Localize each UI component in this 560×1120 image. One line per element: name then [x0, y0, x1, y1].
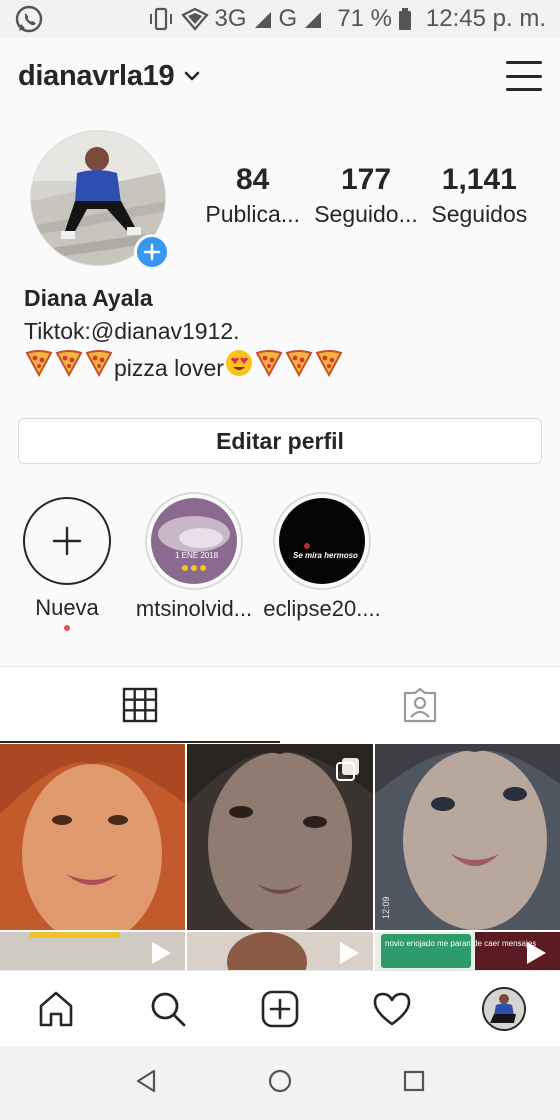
pizza-emoji-icon [284, 349, 314, 386]
add-story-button[interactable] [134, 234, 170, 270]
video-play-icon [149, 940, 173, 970]
network-3g-label: 3G [214, 5, 247, 32]
stat-label: Seguidos [431, 201, 528, 227]
signal-icon [253, 8, 273, 30]
post-text-overlay: novio enojado me paran de caer mensajes [385, 939, 536, 948]
new-highlight-ring [23, 497, 111, 585]
profile-stats: 84 Publica... 177 Seguido... 1,141 Segui… [196, 162, 536, 230]
pizza-emoji-icon [24, 349, 54, 386]
plus-icon [52, 526, 82, 556]
whatsapp-icon [14, 4, 44, 34]
video-play-icon [524, 940, 548, 970]
highlight-label: mtsinolvid... [135, 596, 253, 621]
display-name: Diana Ayala [24, 285, 153, 311]
pizza-emoji-icon [314, 349, 344, 386]
stat-number: 84 [235, 163, 270, 196]
grid-post[interactable] [187, 932, 373, 970]
highlight-label: eclipse20.... [263, 596, 381, 621]
bio-pizza-line: pizza lover [24, 348, 544, 387]
grid-post[interactable] [187, 744, 373, 930]
stat-label: Seguido... [314, 201, 418, 227]
grid-post[interactable] [0, 744, 185, 930]
grid-post[interactable] [0, 932, 185, 970]
following-stat[interactable]: 1,141 Seguidos [423, 162, 536, 230]
home-circle-icon[interactable] [267, 1068, 293, 1099]
username-title[interactable]: dianavrla19 [18, 60, 175, 93]
chevron-down-icon[interactable] [184, 70, 200, 82]
heart-eyes-emoji-icon [224, 348, 254, 387]
posts-grid: 12:09 novio enojado me paran de caer men… [0, 744, 560, 970]
status-bar: 3G G 71 % 12:45 p. m. [0, 0, 560, 38]
timestamp-text: 12:09 [381, 896, 391, 919]
bottom-navigation [0, 970, 560, 1046]
grid-post[interactable]: 12:09 [375, 744, 560, 930]
bio-text: pizza lover [114, 354, 224, 381]
highlight-eclipse[interactable]: Se mira hermoso eclipse20.... [257, 492, 387, 622]
profile-avatar[interactable] [30, 130, 170, 270]
followers-stat[interactable]: 177 Seguido... [309, 162, 422, 230]
recents-icon[interactable] [402, 1069, 426, 1098]
heart-icon[interactable] [362, 979, 422, 1039]
stat-number: 177 [340, 163, 392, 196]
profile-section: 84 Publica... 177 Seguido... 1,141 Segui… [0, 114, 560, 666]
pizza-emoji-icon [254, 349, 284, 386]
notification-dot [64, 625, 70, 631]
highlight-ring: 1 ENE 2018 [145, 492, 243, 590]
highlight-cover: Se mira hermoso [279, 498, 365, 584]
stat-label: Publica... [205, 201, 300, 227]
profile-tabs [0, 666, 560, 743]
highlight-label: Nueva [35, 595, 99, 620]
battery-icon [398, 7, 412, 31]
video-play-icon [337, 940, 361, 970]
highlight-cover: 1 ENE 2018 [151, 498, 237, 584]
grid-post[interactable]: novio enojado me paran de caer mensajes [375, 932, 560, 970]
network-g-label: G [278, 5, 298, 32]
search-icon[interactable] [138, 979, 198, 1039]
back-icon[interactable] [134, 1068, 158, 1099]
tab-tagged[interactable] [280, 667, 560, 743]
highlight-caption: 1 ENE 2018 [175, 551, 219, 560]
highlight-caption: Se mira hermoso [293, 551, 358, 560]
tab-grid[interactable] [0, 667, 280, 743]
bio: Diana Ayala Tiktok:@dianav1912. pizza lo… [24, 282, 544, 387]
story-highlights: Nueva 1 ENE 2018 mtsinolvid... Se mira h… [0, 492, 560, 632]
highlight-ring: Se mira hermoso [273, 492, 371, 590]
profile-header: dianavrla19 [0, 38, 560, 114]
wifi-diamond-icon [180, 7, 209, 31]
home-icon[interactable] [26, 979, 86, 1039]
highlight-new[interactable]: Nueva [2, 492, 132, 631]
stat-number: 1,141 [441, 163, 517, 196]
pizza-emoji-icon [54, 349, 84, 386]
edit-profile-button[interactable]: Editar perfil [18, 418, 542, 464]
vibrate-icon [147, 6, 175, 32]
bio-tiktok-line: Tiktok:@dianav1912. [24, 318, 240, 344]
pizza-emoji-icon [84, 349, 114, 386]
clock: 12:45 p. m. [425, 5, 546, 32]
carousel-icon [335, 756, 361, 787]
system-navigation-bar [0, 1046, 560, 1120]
hamburger-menu-icon[interactable] [506, 61, 542, 91]
signal-icon [303, 8, 323, 30]
posts-stat[interactable]: 84 Publica... [196, 162, 309, 230]
profile-avatar[interactable] [474, 979, 534, 1039]
avatar [482, 986, 526, 1031]
add-post-icon[interactable] [250, 979, 310, 1039]
tagged-person-icon [403, 687, 437, 723]
grid-icon [122, 687, 158, 723]
highlight-mtsinolvid[interactable]: 1 ENE 2018 mtsinolvid... [129, 492, 259, 622]
battery-percent: 71 % [337, 5, 392, 32]
